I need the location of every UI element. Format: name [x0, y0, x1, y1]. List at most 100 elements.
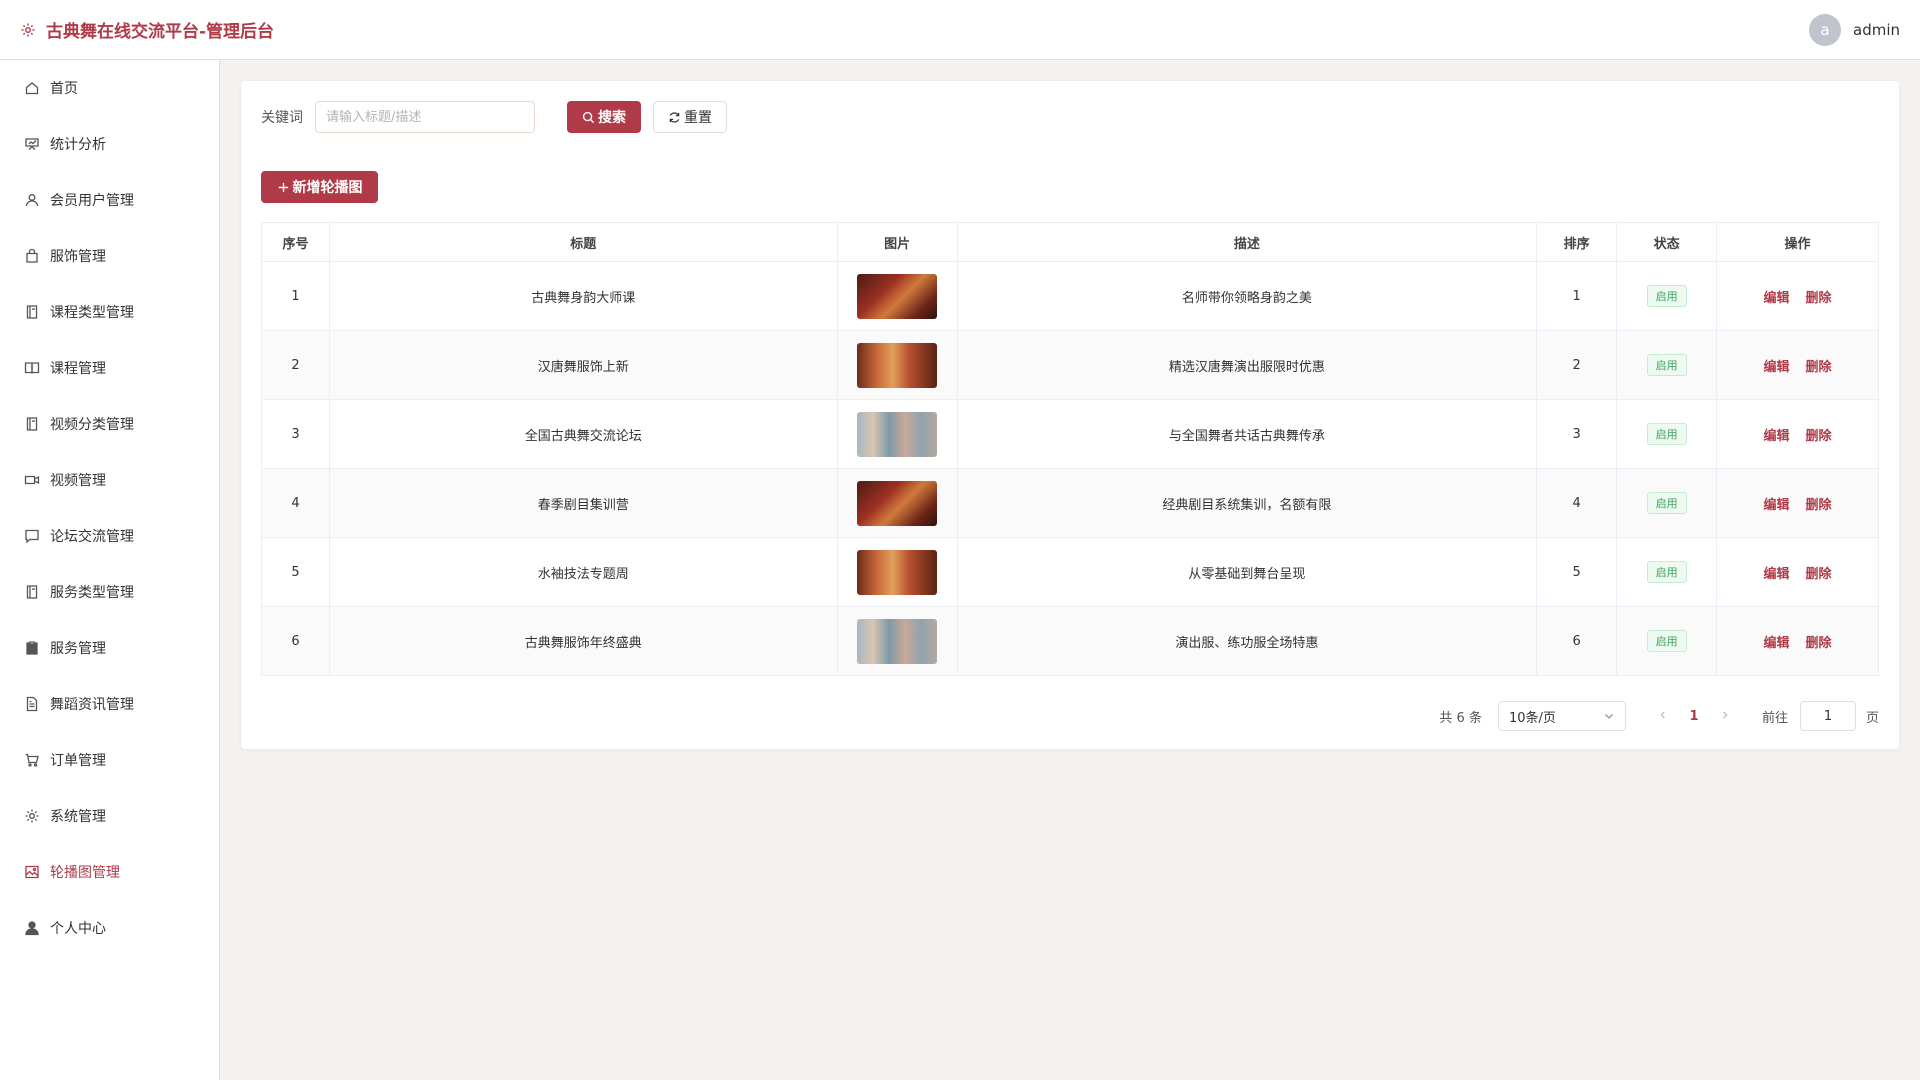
cell-actions: 编辑 删除: [1716, 468, 1879, 538]
sidebar-item-16[interactable]: 个人中心: [0, 900, 219, 956]
banner-thumbnail[interactable]: [857, 411, 938, 457]
page-number[interactable]: 1: [1676, 709, 1712, 724]
banner-thumbnail[interactable]: [857, 549, 938, 595]
sidebar-item-label: 课程类型管理: [50, 305, 134, 321]
cell-sort: 5: [1536, 537, 1618, 607]
sidebar-item-7[interactable]: 视频分类管理: [0, 396, 219, 452]
cell-sort: 6: [1536, 606, 1618, 676]
sidebar-item-label: 服务管理: [50, 641, 106, 657]
search-button-label: 搜索: [598, 110, 626, 126]
add-banner-button[interactable]: 新增轮播图: [261, 171, 378, 203]
sidebar-item-10[interactable]: 服务类型管理: [0, 564, 219, 620]
app-title: 古典舞在线交流平台-管理后台: [46, 22, 275, 42]
cell-actions: 编辑 删除: [1716, 606, 1879, 676]
chevron-down-icon: [1605, 714, 1613, 719]
edit-button[interactable]: 编辑: [1764, 636, 1790, 651]
delete-button[interactable]: 删除: [1806, 498, 1832, 513]
user-menu[interactable]: a admin: [1809, 13, 1900, 46]
goto-page-input[interactable]: [1799, 701, 1856, 731]
banner-thumbnail[interactable]: [857, 273, 938, 319]
chart-icon: [25, 138, 39, 150]
banner-thumbnail[interactable]: [857, 342, 938, 388]
pagination: 共 6 条 10条/页 1 前往 页: [1439, 701, 1879, 731]
sidebar-item-label: 订单管理: [50, 753, 106, 769]
content-card: 关键词 搜索 重置 新增轮播图 序号 标题: [241, 81, 1899, 749]
clipboard-icon: [26, 641, 38, 655]
bag-icon: [26, 248, 38, 263]
cell-sort: 2: [1536, 330, 1618, 400]
search-button[interactable]: 搜索: [567, 101, 641, 133]
delete-button[interactable]: 删除: [1806, 636, 1832, 651]
status-badge: 启用: [1646, 630, 1687, 652]
sidebar: 首页统计分析会员用户管理 服饰管理课程类型管理 课程管理视频分类管理 视频管理论坛交流…: [0, 60, 220, 1080]
delete-button[interactable]: 删除: [1806, 567, 1832, 582]
sidebar-item-2[interactable]: 统计分析: [0, 116, 219, 172]
cell-desc: 与全国舞者共话古典舞传承: [956, 399, 1538, 469]
keyword-label: 关键词: [261, 110, 303, 126]
delete-button[interactable]: 删除: [1806, 429, 1832, 444]
page-size-select[interactable]: 10条/页: [1497, 701, 1626, 731]
cell-status: 启用: [1616, 399, 1718, 469]
sidebar-item-label: 会员用户管理: [50, 193, 134, 209]
col-image: 图片: [836, 222, 958, 262]
sidebar-item-label: 舞蹈资讯管理: [50, 697, 134, 713]
delete-button[interactable]: 删除: [1806, 291, 1832, 306]
sidebar-item-11[interactable]: 服务管理: [0, 620, 219, 676]
cell-image: [836, 330, 958, 400]
reset-button[interactable]: 重置: [653, 101, 727, 133]
sidebar-item-13[interactable]: 订单管理: [0, 732, 219, 788]
sidebar-item-1[interactable]: 首页: [0, 60, 219, 116]
sidebar-item-9[interactable]: 论坛交流管理: [0, 508, 219, 564]
sidebar-item-3[interactable]: 会员用户管理: [0, 172, 219, 228]
cell-sort: 4: [1536, 468, 1618, 538]
cell-index: 4: [261, 468, 330, 538]
sidebar-item-8[interactable]: 视频管理: [0, 452, 219, 508]
cell-index: 3: [261, 399, 330, 469]
sidebar-item-12[interactable]: 舞蹈资讯管理: [0, 676, 219, 732]
username[interactable]: admin: [1853, 21, 1900, 39]
book-icon: [24, 362, 40, 374]
cell-image: [836, 468, 958, 538]
next-page-button[interactable]: [1712, 709, 1738, 724]
edit-button[interactable]: 编辑: [1764, 291, 1790, 306]
avatar[interactable]: a: [1809, 13, 1841, 46]
cell-status: 启用: [1616, 537, 1718, 607]
home-icon: [25, 82, 39, 95]
sidebar-item-6[interactable]: 课程管理: [0, 340, 219, 396]
cell-title: 古典舞服饰年终盛典: [328, 606, 838, 676]
sidebar-item-label: 视频分类管理: [50, 417, 134, 433]
brand: 古典舞在线交流平台-管理后台: [20, 17, 274, 42]
avatar-icon: [25, 921, 39, 936]
sidebar-item-label: 轮播图管理: [50, 865, 120, 881]
search-input[interactable]: [315, 101, 535, 133]
col-title: 标题: [328, 222, 838, 262]
cell-actions: 编辑 删除: [1716, 537, 1879, 607]
search-icon: [582, 111, 595, 123]
cell-image: [836, 537, 958, 607]
col-desc: 描述: [956, 222, 1538, 262]
banner-thumbnail[interactable]: [857, 618, 938, 664]
edit-button[interactable]: 编辑: [1764, 360, 1790, 375]
cell-desc: 精选汉唐舞演出服限时优惠: [956, 330, 1538, 400]
delete-button[interactable]: 删除: [1806, 360, 1832, 375]
cell-desc: 从零基础到舞台呈现: [956, 537, 1538, 607]
sidebar-item-5[interactable]: 课程类型管理: [0, 284, 219, 340]
sidebar-item-label: 课程管理: [50, 361, 106, 377]
sidebar-item-label: 个人中心: [50, 921, 106, 937]
sidebar-item-label: 服饰管理: [50, 249, 106, 265]
prev-page-button[interactable]: [1650, 709, 1676, 724]
sidebar-item-label: 首页: [50, 81, 78, 97]
sidebar-item-label: 视频管理: [50, 473, 106, 489]
user-icon: [25, 194, 39, 207]
banner-thumbnail[interactable]: [857, 480, 938, 526]
cart-icon: [25, 753, 39, 767]
edit-button[interactable]: 编辑: [1764, 498, 1790, 513]
status-badge: 启用: [1646, 423, 1687, 445]
edit-button[interactable]: 编辑: [1764, 567, 1790, 582]
sidebar-item-4[interactable]: 服饰管理: [0, 228, 219, 284]
sidebar-item-14[interactable]: 系统管理: [0, 788, 219, 844]
document-icon: [26, 696, 38, 712]
sidebar-item-15[interactable]: 轮播图管理: [0, 844, 219, 900]
cell-status: 启用: [1616, 468, 1718, 538]
edit-button[interactable]: 编辑: [1764, 429, 1790, 444]
